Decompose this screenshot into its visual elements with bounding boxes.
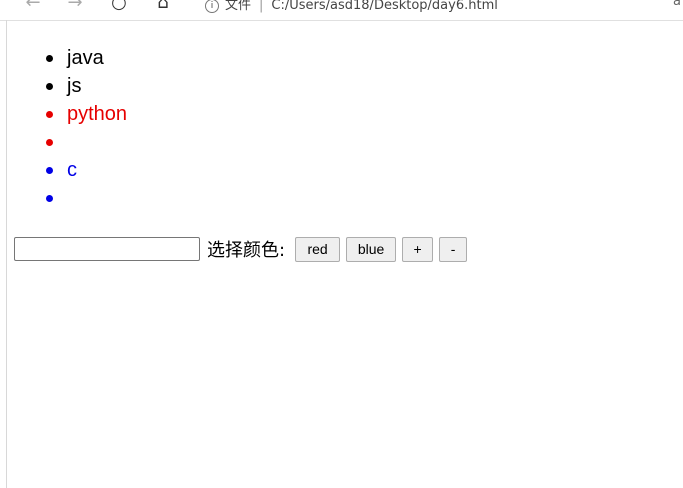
item-text-input[interactable]: [14, 237, 200, 261]
list-item-label: java: [67, 47, 104, 69]
list-item: js: [14, 72, 127, 100]
toolbar-trailing-text: a: [673, 0, 681, 9]
browser-toolbar: ← → ○ ⌂ i 文件 | C:/Users/asd18/Desktop/day6.…: [0, 0, 683, 21]
language-list: java js python c: [14, 44, 127, 212]
bullet-icon: [46, 55, 53, 62]
list-item: [14, 128, 127, 156]
controls-row: 选择颜色: red blue + -: [14, 236, 473, 262]
list-item-label: python: [67, 103, 128, 125]
bullet-icon: [46, 139, 53, 146]
bullet-icon: [46, 83, 53, 90]
list-item: c: [14, 156, 127, 184]
list-item-label: js: [67, 75, 82, 97]
reload-icon[interactable]: ○: [108, 0, 130, 14]
list-item: [14, 184, 127, 212]
list-item: java: [14, 44, 127, 72]
forward-icon[interactable]: →: [64, 0, 86, 14]
bullet-icon: [46, 111, 53, 118]
page-content: java js python c: [14, 44, 127, 212]
bullet-icon: [46, 167, 53, 174]
home-icon[interactable]: ⌂: [152, 0, 174, 14]
bullet-icon: [46, 195, 53, 202]
list-item: python: [14, 100, 127, 128]
back-icon[interactable]: ←: [22, 0, 44, 14]
red-button[interactable]: red: [295, 236, 341, 262]
add-item-button[interactable]: +: [402, 236, 434, 262]
background-window-edge: [0, 20, 7, 488]
remove-item-button[interactable]: -: [439, 236, 468, 262]
address-label: 文件: [225, 0, 252, 13]
address-separator: |: [259, 0, 264, 13]
blue-button[interactable]: blue: [346, 236, 397, 262]
list-item-label: c: [67, 159, 77, 181]
info-icon[interactable]: i: [205, 0, 219, 13]
address-bar[interactable]: i 文件 | C:/Users/asd18/Desktop/day6.html: [205, 0, 498, 13]
color-label: 选择颜色:: [207, 240, 286, 261]
address-url[interactable]: C:/Users/asd18/Desktop/day6.html: [271, 0, 497, 13]
